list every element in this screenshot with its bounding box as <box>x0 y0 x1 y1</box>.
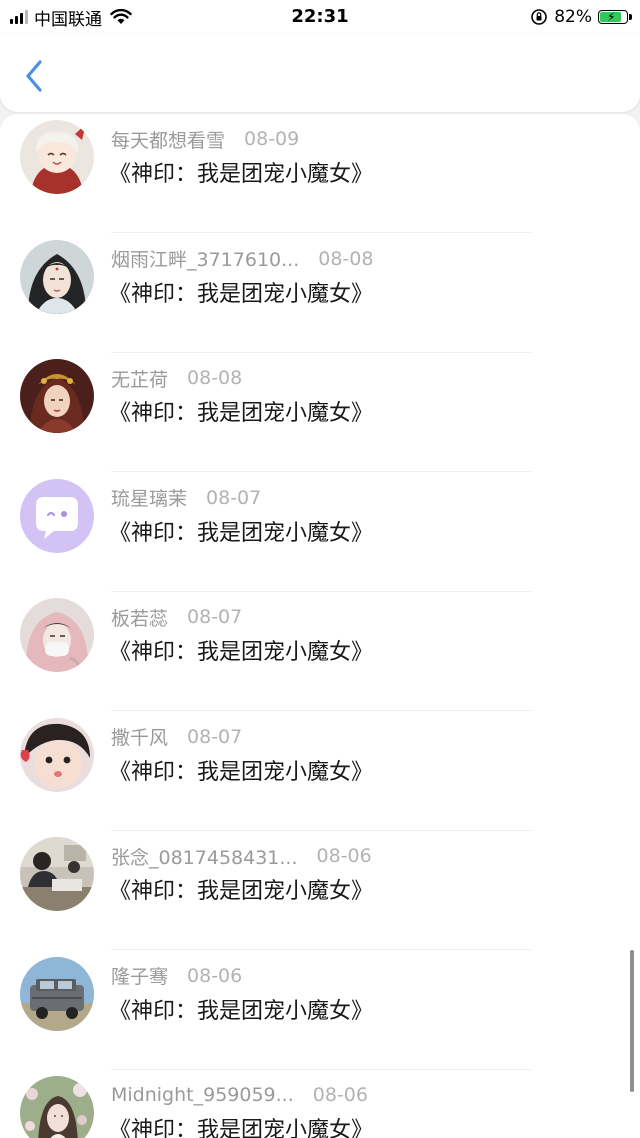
ancient-girl-avatar <box>20 239 94 314</box>
charging-icon: ⚡ <box>607 10 616 24</box>
item-date: 08-08 <box>318 247 374 270</box>
battery-percent: 82% <box>554 7 592 27</box>
item-date: 08-09 <box>244 128 300 150</box>
hooded-girl-avatar <box>20 598 94 672</box>
book-title[interactable]: 《神印：我是团宠小魔女》 <box>109 515 373 547</box>
username[interactable]: 撒千风 <box>111 723 168 750</box>
avatar[interactable] <box>20 837 94 911</box>
item-date: 08-06 <box>316 845 372 867</box>
item-date: 08-06 <box>312 1084 368 1106</box>
item-meta: 张念_0817458431... 08-06 <box>111 843 372 869</box>
username[interactable]: 烟雨江畔_3717610... <box>111 245 299 272</box>
battery-cap <box>629 14 632 20</box>
list-item[interactable]: 无芷荷 08-08 《神印：我是团宠小魔女》 <box>0 353 640 472</box>
user-list: 每天都想看雪 08-09 《神印：我是团宠小魔女》 烟雨江畔_3717610... 08… <box>0 114 640 1138</box>
username[interactable]: 琉星璃茉 <box>111 484 187 511</box>
classroom-photo-avatar <box>20 837 94 911</box>
item-meta: 板若蕊 08-07 <box>111 604 242 630</box>
username[interactable]: 板若蕊 <box>111 604 168 631</box>
chevron-left-icon <box>26 60 42 92</box>
avatar[interactable] <box>20 120 94 194</box>
battery-icon: ⚡ <box>598 10 628 24</box>
username[interactable]: 隆子骞 <box>111 962 168 989</box>
username[interactable]: 无芷荷 <box>111 365 168 392</box>
anime-girl-avatar <box>20 120 94 194</box>
ornate-girl-avatar <box>20 359 94 433</box>
book-title[interactable]: 《神印：我是团宠小魔女》 <box>109 993 373 1025</box>
username[interactable]: 张念_0817458431... <box>111 843 298 870</box>
item-date: 08-06 <box>187 964 243 987</box>
status-right: 82% ⚡ <box>530 6 632 28</box>
item-meta: 隆子骞 08-06 <box>111 963 242 989</box>
flower-girl-avatar <box>20 1076 94 1138</box>
item-date: 08-07 <box>187 725 243 748</box>
avatar[interactable] <box>20 478 94 553</box>
default-chat-avatar <box>20 478 94 553</box>
item-date: 08-07 <box>187 606 243 628</box>
item-meta: 琉星璃茉 08-07 <box>111 485 261 511</box>
list-item[interactable]: 张念_0817458431... 08-06 《神印：我是团宠小魔女》 <box>0 831 640 950</box>
book-title[interactable]: 《神印：我是团宠小魔女》 <box>109 634 373 666</box>
avatar[interactable] <box>20 717 94 792</box>
avatar[interactable] <box>20 956 94 1031</box>
username[interactable]: 每天都想看雪 <box>111 126 225 153</box>
list-item[interactable]: Midnight_959059... 08-06 《神印：我是团宠小魔女》 <box>0 1070 640 1138</box>
item-date: 08-08 <box>187 367 243 389</box>
book-title[interactable]: 《神印：我是团宠小魔女》 <box>109 156 373 188</box>
item-meta: 每天都想看雪 08-09 <box>111 126 299 152</box>
item-date: 08-07 <box>206 486 262 509</box>
avatar[interactable] <box>20 598 94 672</box>
list-item[interactable]: 琉星璃茉 08-07 《神印：我是团宠小魔女》 <box>0 473 640 592</box>
item-meta: 烟雨江畔_3717610... 08-08 <box>111 246 373 272</box>
orientation-lock-icon <box>531 9 548 25</box>
item-meta: 撒千风 08-07 <box>111 724 242 750</box>
suv-car-avatar <box>20 956 94 1031</box>
scrollbar-thumb[interactable] <box>630 950 634 1092</box>
list-item[interactable]: 隆子骞 08-06 《神印：我是团宠小魔女》 <box>0 951 640 1070</box>
book-title[interactable]: 《神印：我是团宠小魔女》 <box>109 395 373 427</box>
list-item[interactable]: 撒千风 08-07 《神印：我是团宠小魔女》 <box>0 712 640 831</box>
list-item[interactable]: 烟雨江畔_3717610... 08-08 《神印：我是团宠小魔女》 <box>0 234 640 353</box>
username[interactable]: Midnight_959059... <box>111 1084 294 1106</box>
status-bar: 中国联通 22:31 82% ⚡ <box>0 0 640 34</box>
item-meta: Midnight_959059... 08-06 <box>111 1082 368 1108</box>
avatar[interactable] <box>20 1076 94 1138</box>
nav-bar <box>0 34 640 112</box>
item-meta: 无芷荷 08-08 <box>111 365 242 391</box>
list-item[interactable]: 每天都想看雪 08-09 《神印：我是团宠小魔女》 <box>0 114 640 233</box>
book-title[interactable]: 《神印：我是团宠小魔女》 <box>109 873 373 905</box>
book-title[interactable]: 《神印：我是团宠小魔女》 <box>109 754 373 786</box>
book-title[interactable]: 《神印：我是团宠小魔女》 <box>109 1112 373 1138</box>
avatar[interactable] <box>20 359 94 433</box>
list-item[interactable]: 板若蕊 08-07 《神印：我是团宠小魔女》 <box>0 592 640 711</box>
back-button[interactable] <box>18 56 54 96</box>
child-face-avatar <box>20 717 94 792</box>
avatar[interactable] <box>20 239 94 314</box>
book-title[interactable]: 《神印：我是团宠小魔女》 <box>109 276 373 308</box>
